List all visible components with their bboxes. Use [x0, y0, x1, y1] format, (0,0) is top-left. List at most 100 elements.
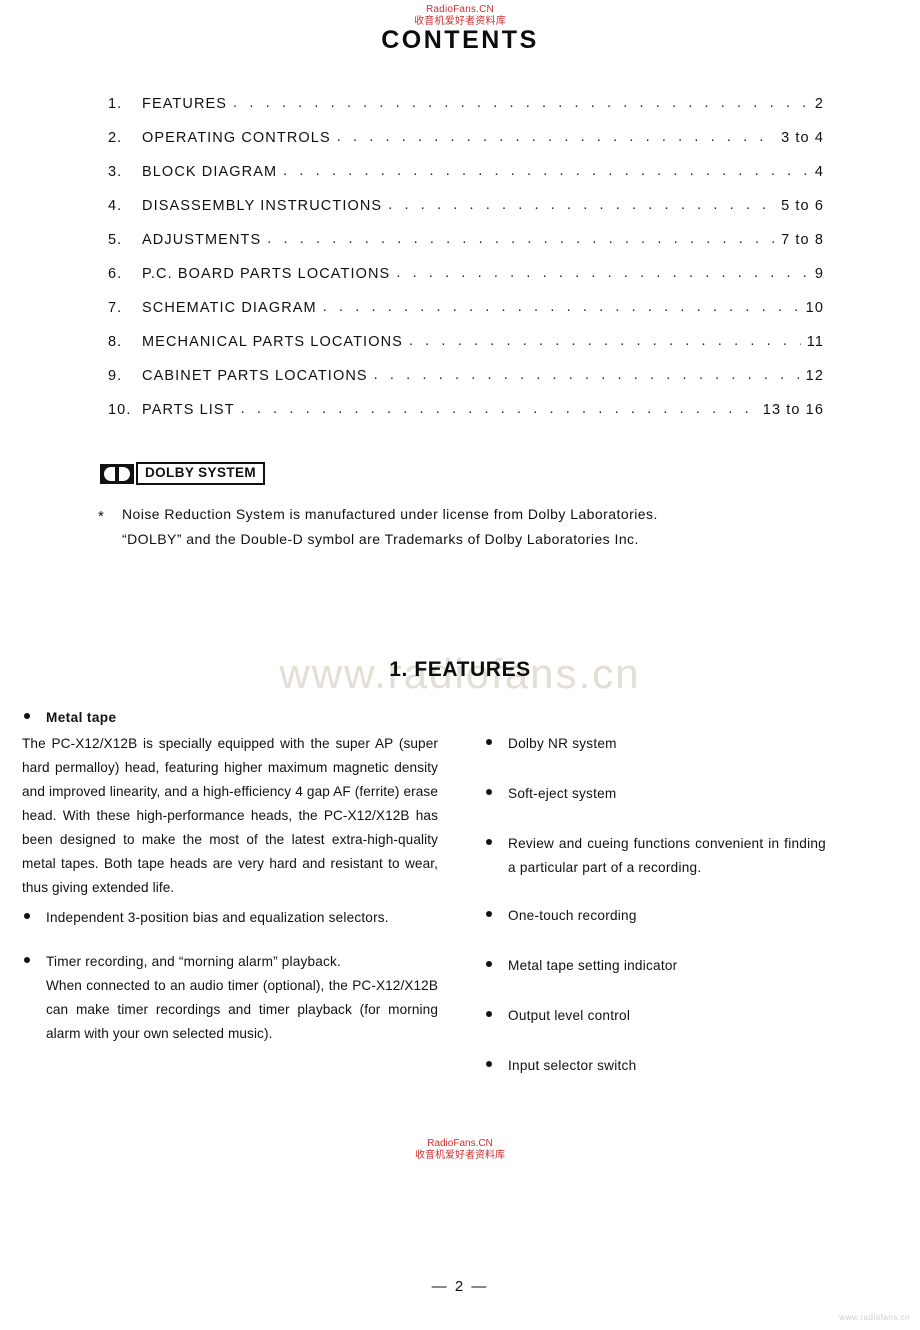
feature-one-touch-recording: One-touch recording [486, 904, 826, 928]
toc-leader-dots: . . . . . . . . . . . . . . . . . . . . … [396, 265, 809, 281]
toc-label: ADJUSTMENTS [142, 232, 262, 248]
bullet-icon [24, 913, 30, 919]
bullet-icon [486, 1061, 492, 1067]
feature-metal-tape-title: Metal tape [46, 710, 117, 725]
toc-number: 8. [108, 334, 123, 350]
toc-page-number: 5 to 6 [781, 198, 824, 214]
watermark-bottom-line2: 收音机爱好者资料库 [415, 1150, 505, 1161]
feature-bias-selectors-text: Independent 3-position bias and equaliza… [46, 910, 389, 925]
bullet-icon [24, 957, 30, 963]
toc-row[interactable]: 4. DISASSEMBLY INSTRUCTIONS . . . . . . … [108, 197, 824, 232]
toc-page-number: 13 to 16 [762, 402, 824, 418]
features-left-column: Metal tape The PC-X12/X12B is specially … [22, 706, 438, 1048]
toc-row[interactable]: 5. ADJUSTMENTS . . . . . . . . . . . . .… [108, 231, 824, 266]
feature-soft-eject: Soft-eject system [486, 782, 826, 806]
dolby-system-label: DOLBY SYSTEM [136, 462, 266, 485]
toc-page-number: 2 [814, 96, 824, 112]
toc-row[interactable]: 9. CABINET PARTS LOCATIONS . . . . . . .… [108, 367, 824, 402]
feature-timer-recording: Timer recording, and “morning alarm” pla… [22, 950, 438, 1046]
feature-dolby-nr-text: Dolby NR system [508, 736, 617, 751]
features-right-column: Dolby NR system Soft-eject system Review… [486, 732, 826, 1104]
bullet-icon [486, 739, 492, 745]
toc-number: 1. [108, 96, 123, 112]
feature-soft-eject-text: Soft-eject system [508, 786, 617, 801]
toc-label: CABINET PARTS LOCATIONS [142, 368, 368, 384]
table-of-contents: 1. FEATURES . . . . . . . . . . . . . . … [108, 95, 824, 436]
toc-number: 2. [108, 130, 123, 146]
toc-row[interactable]: 8. MECHANICAL PARTS LOCATIONS . . . . . … [108, 333, 824, 368]
contents-title: CONTENTS [381, 26, 539, 54]
toc-leader-dots: . . . . . . . . . . . . . . . . . . . . … [233, 95, 809, 111]
feature-review-cueing: Review and cueing functions convenient i… [486, 832, 826, 880]
toc-label: P.C. BOARD PARTS LOCATIONS [142, 266, 391, 282]
watermark-bottom: RadioFans.CN 收音机爱好者资料库 [0, 1138, 920, 1162]
bullet-icon [486, 961, 492, 967]
toc-number: 9. [108, 368, 123, 384]
bullet-icon [24, 713, 30, 719]
toc-leader-dots: . . . . . . . . . . . . . . . . . . . . … [267, 231, 775, 247]
feature-timer-recording-body: When connected to an audio timer (option… [46, 978, 438, 1041]
bullet-icon [486, 1011, 492, 1017]
toc-leader-dots: . . . . . . . . . . . . . . . . . . . . … [388, 197, 775, 213]
page-number: — 2 — [431, 1278, 489, 1295]
toc-page-number: 4 [814, 164, 824, 180]
feature-bias-selectors: Independent 3-position bias and equaliza… [22, 906, 438, 930]
toc-row[interactable]: 7. SCHEMATIC DIAGRAM . . . . . . . . . .… [108, 299, 824, 334]
feature-metal-tape-body: The PC-X12/X12B is specially equipped wi… [22, 736, 438, 895]
toc-number: 5. [108, 232, 123, 248]
toc-leader-dots: . . . . . . . . . . . . . . . . . . . . … [336, 129, 775, 145]
toc-leader-dots: . . . . . . . . . . . . . . . . . . . . … [240, 401, 757, 417]
toc-number: 3. [108, 164, 123, 180]
feature-input-selector-switch: Input selector switch [486, 1054, 826, 1078]
dolby-note: * Noise Reduction System is manufactured… [98, 502, 818, 552]
toc-row[interactable]: 6. P.C. BOARD PARTS LOCATIONS . . . . . … [108, 265, 824, 300]
bullet-icon [486, 839, 492, 845]
toc-number: 7. [108, 300, 123, 316]
toc-page-number: 10 [805, 300, 824, 316]
watermark-top-line1: RadioFans.CN [426, 4, 494, 15]
feature-one-touch-recording-text: One-touch recording [508, 908, 637, 923]
toc-row[interactable]: 3. BLOCK DIAGRAM . . . . . . . . . . . .… [108, 163, 824, 198]
toc-page-number: 3 to 4 [781, 130, 824, 146]
feature-metal-tape-indicator-text: Metal tape setting indicator [508, 958, 678, 973]
toc-row[interactable]: 10. PARTS LIST . . . . . . . . . . . . .… [108, 401, 824, 436]
feature-metal-tape-indicator: Metal tape setting indicator [486, 954, 826, 978]
toc-leader-dots: . . . . . . . . . . . . . . . . . . . . … [283, 163, 809, 179]
toc-label: BLOCK DIAGRAM [142, 164, 278, 180]
asterisk-icon: * [98, 508, 105, 525]
feature-input-selector-switch-text: Input selector switch [508, 1058, 637, 1073]
bullet-icon [486, 789, 492, 795]
toc-number: 4. [108, 198, 123, 214]
feature-metal-tape: Metal tape [22, 706, 438, 730]
toc-row[interactable]: 1. FEATURES . . . . . . . . . . . . . . … [108, 95, 824, 130]
toc-leader-dots: . . . . . . . . . . . . . . . . . . . . … [322, 299, 800, 315]
toc-page-number: 9 [814, 266, 824, 282]
feature-output-level-control: Output level control [486, 1004, 826, 1028]
toc-number: 6. [108, 266, 123, 282]
feature-dolby-nr: Dolby NR system [486, 732, 826, 756]
toc-row[interactable]: 2. OPERATING CONTROLS . . . . . . . . . … [108, 129, 824, 164]
dolby-note-line1: Noise Reduction System is manufactured u… [122, 506, 658, 522]
feature-timer-recording-title: Timer recording, and “morning alarm” pla… [46, 954, 342, 969]
document-page: RadioFans.CN 收音机爱好者资料库 CONTENTS 1. FEATU… [0, 0, 920, 1330]
watermark-top: RadioFans.CN 收音机爱好者资料库 [0, 4, 920, 28]
toc-number: 10. [108, 402, 132, 418]
double-d-icon [100, 463, 134, 484]
toc-label: SCHEMATIC DIAGRAM [142, 300, 317, 316]
bullet-icon [486, 911, 492, 917]
toc-label: FEATURES [142, 96, 228, 112]
feature-output-level-control-text: Output level control [508, 1008, 631, 1023]
features-heading: 1. FEATURES [389, 658, 531, 681]
watermark-corner: www.radiofans.cn [839, 1313, 910, 1322]
toc-leader-dots: . . . . . . . . . . . . . . . . . . . . … [408, 333, 801, 349]
dolby-note-line2: “DOLBY” and the Double-D symbol are Trad… [122, 531, 639, 547]
toc-label: DISASSEMBLY INSTRUCTIONS [142, 198, 383, 214]
watermark-bottom-line1: RadioFans.CN [427, 1138, 493, 1149]
toc-label: PARTS LIST [142, 402, 235, 418]
dolby-system-badge: DOLBY SYSTEM [100, 462, 266, 485]
toc-leader-dots: . . . . . . . . . . . . . . . . . . . . … [373, 367, 800, 383]
feature-review-cueing-text: Review and cueing functions convenient i… [508, 836, 826, 875]
toc-label: MECHANICAL PARTS LOCATIONS [142, 334, 403, 350]
toc-page-number: 12 [805, 368, 824, 384]
toc-page-number: 11 [806, 334, 824, 350]
